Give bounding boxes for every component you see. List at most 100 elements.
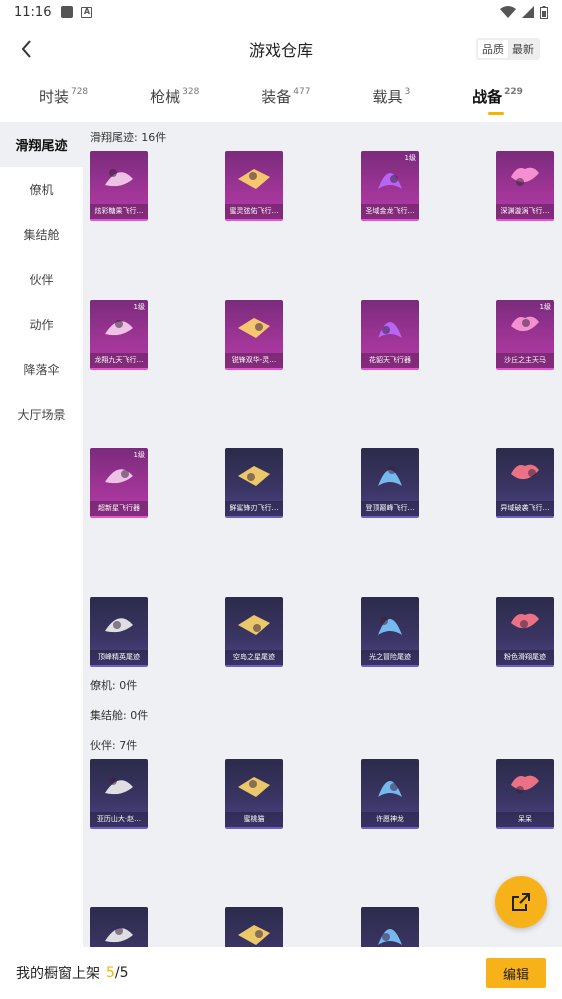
chick-partner-icon — [511, 775, 539, 794]
category-tabs: 时装 728 枪械 328 装备 477 载具 3 战备 229 — [0, 82, 562, 116]
sidebar-item-assembly-pod[interactable]: 集结舱 — [0, 212, 83, 257]
item-card[interactable]: 1级 圣域金龙飞行… — [361, 151, 419, 221]
sidebar-item-glide-trail[interactable]: 滑翔尾迹 — [0, 122, 83, 167]
share-icon — [512, 893, 530, 911]
sky-island-trail-icon — [238, 615, 270, 635]
item-name: 登顶巅峰飞行… — [361, 501, 419, 516]
back-button[interactable] — [14, 36, 40, 62]
item-level: 1级 — [133, 303, 145, 311]
item-card[interactable]: 深渊漩涡飞行… — [496, 151, 554, 221]
sidebar-item-parachute[interactable]: 降落伞 — [0, 347, 83, 392]
tab-firearms[interactable]: 枪械 328 — [150, 82, 199, 107]
tab-count: 3 — [404, 87, 411, 97]
tab-combat-gear[interactable]: 战备 229 — [472, 82, 523, 115]
item-card[interactable]: 花貂天飞行器 — [361, 300, 419, 370]
tab-label: 载具 — [372, 88, 403, 106]
tab-count: 229 — [504, 87, 523, 97]
item-card[interactable]: 炫彩糖果飞行… — [90, 151, 148, 221]
item-name: 深渊漩涡飞行… — [496, 204, 554, 219]
item-card[interactable]: 蜜灵弦佑飞行… — [225, 151, 283, 221]
back-arrow-icon — [21, 40, 31, 58]
item-card[interactable]: 粉色滑翔尾迹 — [496, 597, 554, 667]
section-label-partner: 伙伴: 7件 — [90, 739, 138, 752]
item-name: 粉色滑翔尾迹 — [496, 650, 554, 665]
tab-vehicles[interactable]: 载具 3 — [372, 82, 410, 107]
section-label-assembly-pod: 集结舱: 0件 — [90, 709, 149, 722]
tab-count: 477 — [293, 87, 311, 97]
item-card[interactable]: 呆呆 — [496, 759, 554, 829]
item-name: 顶峰精英尾迹 — [90, 650, 148, 665]
knight-partner-icon — [378, 929, 402, 945]
item-name: 炫彩糖果飞行… — [90, 204, 148, 219]
tab-label: 战备 — [472, 88, 503, 106]
item-card[interactable]: 1级 沙丘之主天马 — [496, 300, 554, 370]
summit-glider-icon — [378, 466, 402, 486]
item-card[interactable]: 顶峰精英尾迹 — [90, 597, 148, 667]
accessibility-icon: A — [81, 6, 93, 18]
item-name: 空岛之星尾迹 — [225, 650, 283, 665]
pig-partner-icon — [238, 925, 270, 945]
tab-label: 时装 — [38, 88, 69, 106]
signal-icon — [522, 6, 534, 18]
tab-fashion[interactable]: 时装 728 — [39, 82, 88, 107]
sidebar-item-lobby-scene[interactable]: 大厅场景 — [0, 392, 83, 437]
item-card[interactable]: 许愿神龙 — [361, 759, 419, 829]
abyss-vortex-glider-icon — [511, 167, 539, 186]
item-card[interactable]: 登顶巅峰飞行… — [361, 448, 419, 518]
item-card[interactable]: 空岛之星尾迹 — [225, 597, 283, 667]
item-card[interactable]: 异域破袭飞行… — [496, 448, 554, 518]
showcase-count: 5/5 — [106, 965, 129, 981]
item-card[interactable]: 1级超新星飞行器 — [90, 448, 148, 518]
item-card[interactable]: 1级龙翔九天飞行… — [90, 300, 148, 370]
item-level: 1级 — [133, 451, 145, 459]
item-card[interactable] — [361, 907, 419, 947]
wifi-icon — [500, 6, 516, 18]
chicken-partner-icon — [105, 927, 133, 943]
section-label-wingman: 僚机: 0件 — [90, 679, 138, 692]
sidebar-item-wingman[interactable]: 僚机 — [0, 167, 83, 212]
status-bar: 11:16 A — [0, 0, 562, 24]
item-card[interactable]: 蜜桃猫 — [225, 759, 283, 829]
item-card[interactable]: 光之冒险尾迹 — [361, 597, 419, 667]
tab-label: 装备 — [261, 88, 292, 106]
share-button[interactable] — [495, 876, 547, 928]
active-tab-indicator — [488, 112, 505, 115]
sidebar-item-partner[interactable]: 伙伴 — [0, 257, 83, 302]
notification-icon — [61, 6, 74, 18]
sort-quality-button[interactable]: 品质 — [478, 40, 508, 58]
elite-trail-icon — [105, 618, 133, 633]
sidebar-item-emote[interactable]: 动作 — [0, 302, 83, 347]
item-card[interactable]: 亚历山大·赵… — [90, 759, 148, 829]
section-label-glide-trail: 滑翔尾迹: 16件 — [90, 131, 167, 144]
item-card[interactable]: 锐锋双华-灵… — [225, 300, 283, 370]
item-card[interactable] — [90, 907, 148, 947]
item-name: 蜜灵弦佑飞行… — [225, 204, 283, 219]
status-time: 11:16 — [14, 4, 52, 20]
shark-glider-icon — [238, 466, 270, 486]
item-name: 鲜鲨锋刃飞行… — [225, 501, 283, 516]
alien-raid-glider-icon — [511, 464, 539, 480]
item-card[interactable] — [225, 907, 283, 947]
tab-count: 328 — [182, 87, 200, 97]
item-level: 1级 — [404, 154, 416, 162]
tab-count: 728 — [70, 87, 89, 97]
item-name: 异域破袭飞行… — [496, 501, 554, 516]
tab-label: 枪械 — [150, 88, 181, 106]
item-name: 超新星飞行器 — [90, 501, 148, 516]
item-card[interactable]: 鲜鲨锋刃飞行… — [225, 448, 283, 518]
item-name: 龙翔九天飞行… — [90, 353, 148, 368]
app-header: 游戏仓库 品质 最新 — [0, 28, 562, 70]
edit-button[interactable]: 编辑 — [486, 958, 546, 988]
peach-cat-icon — [238, 777, 270, 797]
item-grid-area[interactable]: 滑翔尾迹: 16件 僚机: 0件 集结舱: 0件 伙伴: 7件 炫彩糖果飞行… 蜜… — [83, 122, 562, 947]
tab-equipment[interactable]: 装备 477 — [261, 82, 310, 107]
sort-toggle: 品质 最新 — [476, 38, 540, 60]
light-adventure-trail-icon — [378, 617, 402, 635]
sort-latest-button[interactable]: 最新 — [508, 40, 538, 58]
battery-icon — [540, 5, 548, 19]
tiger-partner-icon — [105, 777, 133, 795]
item-name: 光之冒险尾迹 — [361, 650, 419, 665]
page-title: 游戏仓库 — [248, 41, 313, 60]
item-level: 1级 — [539, 303, 551, 311]
golden-dragon-glider-icon — [378, 173, 402, 189]
